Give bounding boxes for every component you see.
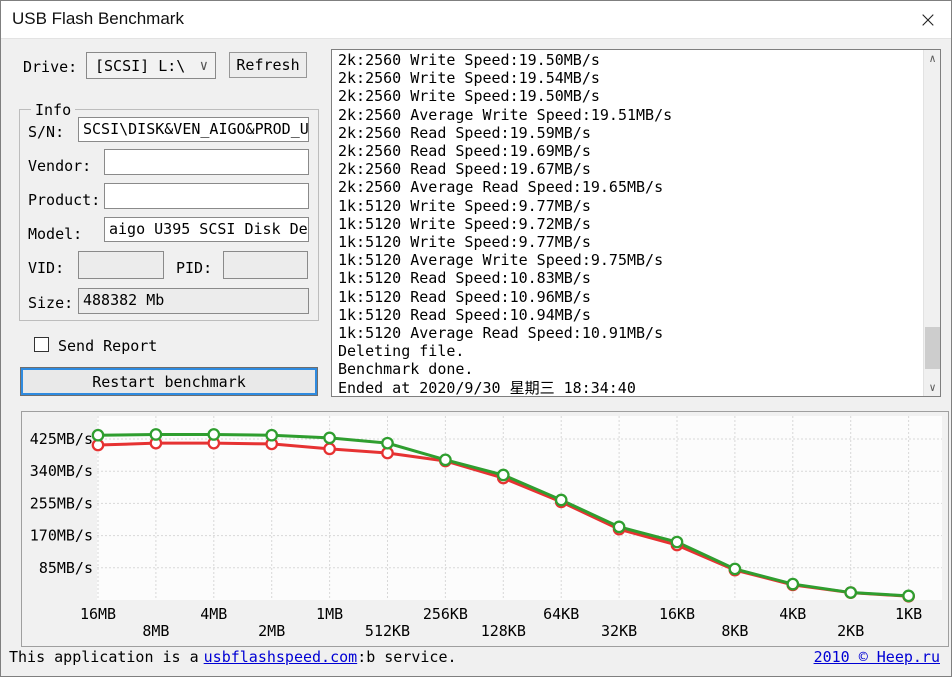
sn-label: S/N:	[28, 123, 65, 141]
product-field[interactable]	[104, 183, 309, 209]
log-panel: 2k:2560 Write Speed:19.50MB/s 2k:2560 Wr…	[331, 49, 941, 397]
send-report-label: Send Report	[58, 337, 158, 355]
app-window: USB Flash Benchmark × Drive: [SCSI] L:\ …	[0, 0, 952, 677]
svg-text:8MB: 8MB	[142, 622, 169, 640]
model-label: Model:	[28, 225, 83, 243]
close-icon[interactable]: ×	[905, 1, 951, 39]
drive-select-value: [SCSI] L:\	[95, 56, 186, 75]
product-label: Product:	[28, 191, 101, 209]
svg-text:85MB/s: 85MB/s	[39, 559, 93, 577]
speed-chart-svg: 425MB/s 340MB/s 255MB/s 170MB/s 85MB/s 16MB 8M…	[30, 416, 942, 640]
svg-text:425MB/s: 425MB/s	[30, 430, 93, 448]
svg-text:256KB: 256KB	[423, 605, 468, 623]
svg-text:2KB: 2KB	[837, 622, 864, 640]
svg-text:64KB: 64KB	[543, 605, 579, 623]
model-field[interactable]: aigo U395 SCSI Disk De	[104, 217, 309, 242]
drive-select[interactable]: [SCSI] L:\ ∨	[86, 52, 216, 79]
svg-text:255MB/s: 255MB/s	[30, 494, 93, 512]
vid-field[interactable]	[78, 251, 164, 279]
send-report-checkbox[interactable]	[34, 337, 49, 352]
svg-text:1MB: 1MB	[316, 605, 343, 623]
sn-field[interactable]: SCSI\DISK&VEN_AIGO&PROD_U	[78, 117, 309, 142]
refresh-button[interactable]: Refresh	[229, 52, 307, 78]
scroll-up-icon[interactable]: ∧	[924, 50, 941, 67]
window-title: USB Flash Benchmark	[12, 9, 184, 28]
footer-prefix: This application is a	[9, 648, 199, 666]
svg-text:32KB: 32KB	[601, 622, 637, 640]
vid-label: VID:	[28, 259, 65, 277]
footer-credit: This application is a usbflashspeed.com:b…	[9, 648, 457, 666]
heep-ru-link[interactable]: 2010 © Heep.ru	[814, 648, 940, 666]
scroll-down-icon[interactable]: ∨	[924, 379, 941, 396]
drive-label: Drive:	[23, 58, 78, 76]
footer-suffix: :b service.	[357, 648, 457, 666]
svg-text:16KB: 16KB	[659, 605, 695, 623]
speed-chart: 425MB/s 340MB/s 255MB/s 170MB/s 85MB/s 16MB 8M…	[21, 411, 949, 647]
svg-text:4MB: 4MB	[200, 605, 227, 623]
chevron-down-icon: ∨	[199, 57, 208, 74]
info-legend: Info	[31, 101, 76, 119]
svg-text:2MB: 2MB	[258, 622, 285, 640]
svg-text:4KB: 4KB	[779, 605, 806, 623]
vendor-label: Vendor:	[28, 157, 92, 175]
pid-label: PID:	[176, 259, 213, 277]
restart-benchmark-button[interactable]: Restart benchmark	[21, 368, 317, 395]
svg-text:170MB/s: 170MB/s	[30, 527, 93, 545]
size-field[interactable]: 488382 Mb	[78, 288, 309, 314]
vendor-field[interactable]	[104, 149, 309, 175]
pid-field[interactable]	[223, 251, 308, 279]
size-label: Size:	[28, 294, 74, 312]
title-bar: USB Flash Benchmark ×	[1, 1, 951, 39]
log-output[interactable]: 2k:2560 Write Speed:19.50MB/s 2k:2560 Wr…	[332, 50, 923, 396]
svg-text:340MB/s: 340MB/s	[30, 462, 93, 480]
svg-text:16MB: 16MB	[80, 605, 116, 623]
svg-text:8KB: 8KB	[721, 622, 748, 640]
log-scrollbar[interactable]: ∧ ∨	[923, 50, 940, 396]
usbflashspeed-link[interactable]: usbflashspeed.com	[204, 648, 358, 666]
svg-text:128KB: 128KB	[481, 622, 526, 640]
svg-text:1KB: 1KB	[895, 605, 922, 623]
svg-text:512KB: 512KB	[365, 622, 410, 640]
scrollbar-thumb[interactable]	[925, 327, 940, 369]
